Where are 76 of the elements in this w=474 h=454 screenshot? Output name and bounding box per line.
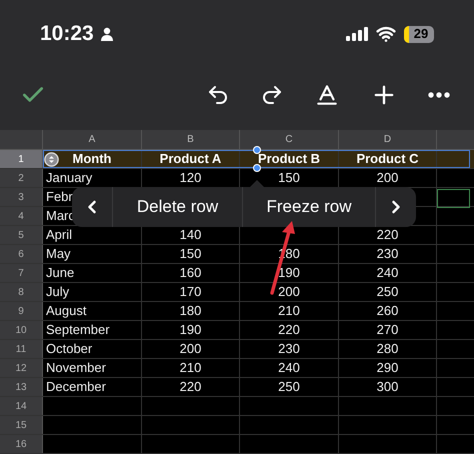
battery-indicator: 29 <box>404 26 434 42</box>
row-header[interactable]: 1 <box>0 150 43 168</box>
menu-item[interactable]: Delete row <box>113 187 243 227</box>
column-header[interactable]: C <box>285 132 293 147</box>
table-cell-text: August <box>46 302 86 320</box>
table-cell-text: 150 <box>180 245 202 264</box>
undo-button[interactable] <box>206 83 230 107</box>
table-cell-text: May <box>46 245 71 264</box>
table-cell-text: 210 <box>180 359 202 378</box>
column-header[interactable]: A <box>88 132 96 147</box>
table-cell-text: 170 <box>180 283 202 302</box>
table-cell-text: Month <box>72 150 112 168</box>
table-cell-text: 230 <box>278 340 300 358</box>
row-header[interactable]: 2 <box>0 169 43 187</box>
selection-handle[interactable] <box>253 164 261 172</box>
table-cell-text: 240 <box>278 359 300 378</box>
table-cell-text: 180 <box>180 302 202 320</box>
table-cell-text: 220 <box>180 378 202 396</box>
table-cell-text: 200 <box>376 169 398 188</box>
table-cell-text: 250 <box>376 283 398 302</box>
row-header[interactable]: 11 <box>0 340 43 358</box>
more-button[interactable] <box>428 92 450 98</box>
table-cell-text: 200 <box>180 340 202 358</box>
table-cell-text: 160 <box>180 264 202 282</box>
table-cell-text: 190 <box>180 321 202 340</box>
active-cell-outline <box>437 189 470 208</box>
person-icon <box>100 27 114 41</box>
row-header[interactable]: 16 <box>0 435 43 453</box>
row-header[interactable]: 7 <box>0 264 43 282</box>
table-cell-text: 210 <box>278 302 300 320</box>
row-header[interactable]: 15 <box>0 416 43 434</box>
table-cell-text: December <box>46 378 106 396</box>
more-icon <box>428 92 450 98</box>
table-cell-text: 190 <box>278 264 300 282</box>
table-cell-text: 250 <box>278 378 300 396</box>
table-cell-text: November <box>46 359 106 378</box>
signal-icon <box>346 27 368 41</box>
table-cell-text: January <box>46 169 92 188</box>
row-header[interactable]: 6 <box>0 245 43 263</box>
row-header[interactable]: 4 <box>0 207 43 225</box>
table-cell-text: Product A <box>160 150 222 168</box>
row-header[interactable]: 13 <box>0 378 43 396</box>
table-cell-text: 150 <box>278 169 300 188</box>
table-cell-text: July <box>46 283 70 302</box>
row-header[interactable]: 14 <box>0 397 43 415</box>
table-cell-text: June <box>46 264 74 282</box>
row-drag-handle-icon[interactable] <box>44 152 59 167</box>
table-cell-text: 220 <box>278 321 300 340</box>
column-header[interactable]: D <box>384 132 392 147</box>
row-header[interactable]: 9 <box>0 302 43 320</box>
table-cell-text: Product C <box>356 150 419 168</box>
table-cell-text: Febr <box>46 188 73 206</box>
table-cell-text: 300 <box>376 378 398 396</box>
redo-button[interactable] <box>260 83 284 107</box>
table-cell-text: Product B <box>258 150 320 168</box>
table-cell-text: 290 <box>376 359 398 378</box>
row-header[interactable]: 3 <box>0 188 43 206</box>
table-cell-text: 120 <box>180 169 202 188</box>
clock-time: 10:23 <box>40 21 94 48</box>
table-cell-text: 280 <box>376 340 398 358</box>
table-cell-text: 220 <box>376 226 398 244</box>
table-cell-text: April <box>46 226 72 244</box>
table-cell-text: 230 <box>376 245 398 264</box>
table-cell-text: 270 <box>376 321 398 340</box>
table-cell-text: 240 <box>376 264 398 282</box>
table-cell-text: October <box>46 340 92 358</box>
column-header[interactable]: B <box>187 132 194 147</box>
row-header[interactable]: 12 <box>0 359 43 377</box>
table-cell-text: September <box>46 321 110 340</box>
row-header[interactable]: 10 <box>0 321 43 339</box>
wifi-icon <box>376 24 396 44</box>
table-cell-text: 260 <box>376 302 398 320</box>
table-cell-text: 200 <box>278 283 300 302</box>
table-cell-text: 140 <box>180 226 202 244</box>
row-header[interactable]: 8 <box>0 283 43 301</box>
row-header[interactable]: 5 <box>0 226 43 244</box>
